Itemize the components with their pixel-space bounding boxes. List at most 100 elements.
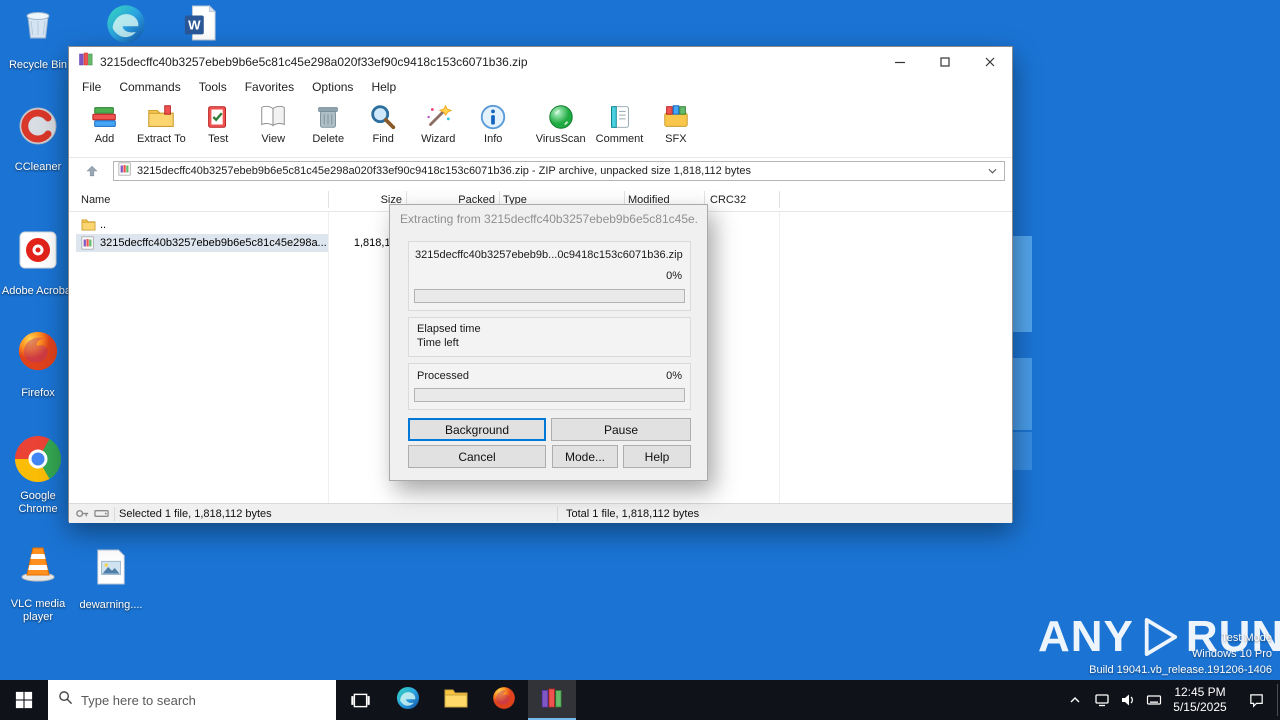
toolbar-extract-to-button[interactable]: Extract To: [132, 100, 191, 145]
taskbar-firefox-button[interactable]: [480, 680, 528, 720]
winrar-titlebar[interactable]: 3215decffc40b3257ebeb9b6e5c81c45e298a020…: [69, 47, 1012, 76]
address-bar: 3215decffc40b3257ebeb9b6e5c81c45e298a020…: [69, 158, 1012, 184]
toolbar-view-button[interactable]: View: [246, 100, 301, 145]
info-icon: [478, 102, 508, 132]
wallpaper-streak: [1012, 432, 1032, 470]
taskbar-winrar-button[interactable]: [528, 680, 576, 720]
toolbar-info-button[interactable]: Info: [466, 100, 521, 145]
menu-favorites[interactable]: Favorites: [236, 77, 303, 97]
up-button[interactable]: [79, 161, 105, 181]
firefox-icon: [15, 328, 61, 379]
find-icon: [368, 102, 398, 132]
google-chrome-icon: [15, 436, 61, 482]
zip-archive-icon: [118, 162, 132, 181]
caption-buttons: [877, 47, 1012, 76]
help-button[interactable]: Help: [623, 445, 691, 468]
desktop-icon-label: Firefox: [21, 387, 55, 399]
processed-percent-text: 0%: [666, 370, 682, 382]
tray-chevron-button[interactable]: [1064, 680, 1086, 720]
status-bar: Selected 1 file, 1,818,112 bytes Total 1…: [69, 503, 1012, 523]
add-icon: [90, 102, 120, 132]
toolbar-find-button[interactable]: Find: [356, 100, 411, 145]
processed-group: Processed 0%: [408, 363, 691, 410]
delete-icon: [313, 102, 343, 132]
status-separator: [114, 507, 115, 521]
desktop-icon-dewarning[interactable]: dewarning....: [73, 548, 149, 612]
drive-icon[interactable]: [94, 506, 109, 526]
wallpaper-streak: [1012, 358, 1032, 430]
time-group: Elapsed time Time left: [408, 317, 691, 357]
pause-button[interactable]: Pause: [551, 418, 691, 441]
word-document-icon: W: [183, 4, 217, 47]
desktop-icon-ccleaner[interactable]: CCleaner: [0, 104, 76, 174]
tray-network-button[interactable]: [1090, 680, 1114, 720]
toolbar: Add Extract To Test View Delete Find Wiz…: [69, 98, 1012, 158]
desktop-icon-firefox[interactable]: Firefox: [0, 328, 76, 400]
desktop-icon-edge[interactable]: [88, 2, 164, 51]
task-view-button[interactable]: [336, 680, 384, 720]
grid-line: [328, 212, 329, 503]
address-combo[interactable]: 3215decffc40b3257ebeb9b6e5c81c45e298a020…: [113, 161, 1005, 181]
menu-commands[interactable]: Commands: [110, 77, 189, 97]
time-left-label: Time left: [417, 337, 459, 349]
clock-date: 5/15/2025: [1173, 700, 1227, 714]
dialog-title[interactable]: Extracting from 3215decffc40b3257ebeb9b6…: [400, 212, 697, 226]
taskbar-search[interactable]: [48, 680, 336, 720]
toolbar-test-button[interactable]: Test: [191, 100, 246, 145]
menu-options[interactable]: Options: [303, 77, 362, 97]
column-separator[interactable]: [779, 191, 780, 208]
toolbar-comment-button[interactable]: Comment: [591, 100, 649, 145]
taskbar-edge-button[interactable]: [384, 680, 432, 720]
desktop-icon-label: Google Chrome: [18, 490, 58, 515]
desktop-icon-google-chrome[interactable]: Google Chrome: [0, 436, 76, 516]
edge-icon: [395, 685, 421, 716]
desktop-icon-adobe-acrobat[interactable]: Adobe Acrobat: [0, 228, 76, 298]
key-icon[interactable]: [75, 506, 90, 526]
chevron-up-icon: [1070, 697, 1080, 703]
grid-line: [779, 212, 780, 503]
task-view-icon: [350, 693, 370, 707]
action-center-button[interactable]: [1236, 680, 1276, 720]
ccleaner-icon: [16, 104, 60, 153]
search-icon: [58, 690, 73, 710]
toolbar-add-button[interactable]: Add: [77, 100, 132, 145]
column-separator[interactable]: [328, 191, 329, 208]
winrar-app-icon: [78, 51, 94, 72]
windows-logo-icon: [15, 691, 33, 709]
taskbar: 12:45 PM 5/15/2025: [0, 680, 1280, 720]
tray-keyboard-button[interactable]: [1142, 680, 1166, 720]
column-header-crc32[interactable]: CRC32: [710, 188, 774, 211]
toolbar-sfx-button[interactable]: SFX: [648, 100, 703, 145]
desktop-icon-word-doc[interactable]: W: [162, 4, 238, 47]
tray-volume-button[interactable]: [1116, 680, 1140, 720]
network-icon: [1095, 694, 1109, 707]
column-header-name[interactable]: Name: [81, 188, 321, 211]
cancel-button[interactable]: Cancel: [408, 445, 546, 468]
file-explorer-icon: [443, 686, 469, 715]
taskbar-clock[interactable]: 12:45 PM 5/15/2025: [1166, 680, 1234, 720]
search-input[interactable]: [81, 692, 326, 708]
desktop-icon-vlc[interactable]: VLC media player: [0, 543, 76, 624]
taskbar-file-explorer-button[interactable]: [432, 680, 480, 720]
toolbar-wizard-button[interactable]: Wizard: [411, 100, 466, 145]
show-desktop-button[interactable]: [1277, 684, 1278, 716]
close-button[interactable]: [967, 47, 1012, 76]
background-button[interactable]: Background: [408, 418, 546, 441]
clock-time: 12:45 PM: [1174, 685, 1226, 699]
menu-help[interactable]: Help: [362, 77, 405, 97]
wallpaper-streak: [1012, 236, 1032, 332]
dropdown-arrow-icon[interactable]: [984, 168, 1000, 174]
mode-button[interactable]: Mode...: [552, 445, 618, 468]
start-button[interactable]: [0, 680, 48, 720]
desktop-icon-recycle-bin[interactable]: Recycle Bin: [0, 4, 76, 72]
view-icon: [258, 102, 288, 132]
maximize-button[interactable]: [922, 47, 967, 76]
minimize-button[interactable]: [877, 47, 922, 76]
processed-label: Processed: [417, 370, 469, 382]
toolbar-virusscan-button[interactable]: VirusScan: [531, 100, 591, 145]
menu-tools[interactable]: Tools: [190, 77, 236, 97]
menu-file[interactable]: File: [73, 77, 110, 97]
toolbar-delete-button[interactable]: Delete: [301, 100, 356, 145]
desktop-icon-label: Recycle Bin: [8, 59, 68, 71]
archive-progress-bar: [414, 289, 685, 303]
